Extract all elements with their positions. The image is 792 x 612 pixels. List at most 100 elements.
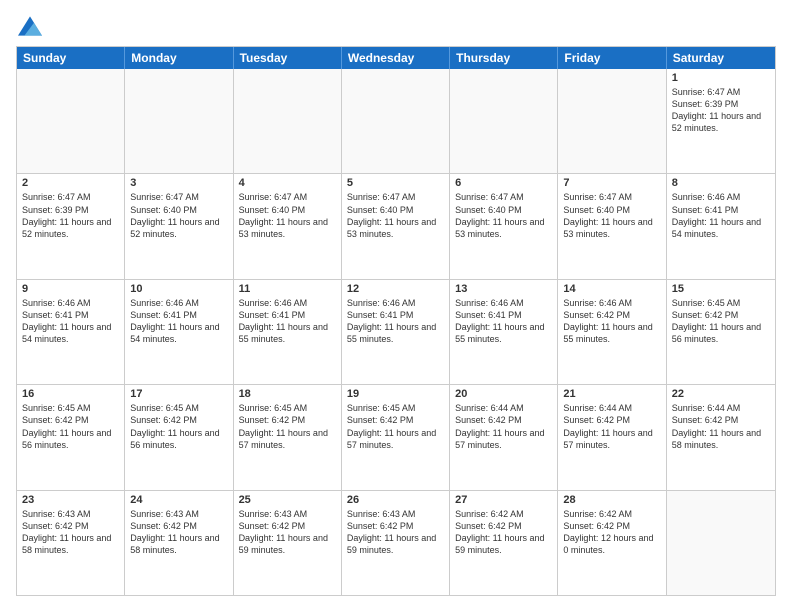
calendar-cell: 18 Sunrise: 6:45 AM Sunset: 6:42 PM Dayli… bbox=[234, 385, 342, 489]
calendar-cell bbox=[234, 69, 342, 173]
day-number: 21 bbox=[563, 388, 660, 400]
day-number: 12 bbox=[347, 283, 444, 295]
day-number: 23 bbox=[22, 494, 119, 506]
day-number: 16 bbox=[22, 388, 119, 400]
day-info: Sunrise: 6:47 AM Sunset: 6:40 PM Dayligh… bbox=[347, 191, 444, 240]
calendar-cell: 17 Sunrise: 6:45 AM Sunset: 6:42 PM Dayli… bbox=[125, 385, 233, 489]
weekday-header: Saturday bbox=[667, 47, 775, 69]
day-number: 3 bbox=[130, 177, 227, 189]
day-info: Sunrise: 6:44 AM Sunset: 6:42 PM Dayligh… bbox=[455, 402, 552, 451]
day-number: 17 bbox=[130, 388, 227, 400]
day-number: 26 bbox=[347, 494, 444, 506]
day-info: Sunrise: 6:45 AM Sunset: 6:42 PM Dayligh… bbox=[22, 402, 119, 451]
day-info: Sunrise: 6:46 AM Sunset: 6:42 PM Dayligh… bbox=[563, 297, 660, 346]
calendar-header: SundayMondayTuesdayWednesdayThursdayFrid… bbox=[17, 47, 775, 69]
day-info: Sunrise: 6:46 AM Sunset: 6:41 PM Dayligh… bbox=[130, 297, 227, 346]
day-info: Sunrise: 6:42 AM Sunset: 6:42 PM Dayligh… bbox=[455, 508, 552, 557]
day-info: Sunrise: 6:47 AM Sunset: 6:39 PM Dayligh… bbox=[22, 191, 119, 240]
calendar-row: 2 Sunrise: 6:47 AM Sunset: 6:39 PM Daylig… bbox=[17, 173, 775, 278]
day-number: 11 bbox=[239, 283, 336, 295]
day-info: Sunrise: 6:47 AM Sunset: 6:40 PM Dayligh… bbox=[239, 191, 336, 240]
day-info: Sunrise: 6:47 AM Sunset: 6:40 PM Dayligh… bbox=[130, 191, 227, 240]
header bbox=[16, 16, 776, 36]
calendar-cell: 23 Sunrise: 6:43 AM Sunset: 6:42 PM Dayli… bbox=[17, 491, 125, 595]
logo bbox=[16, 16, 42, 36]
calendar-cell: 10 Sunrise: 6:46 AM Sunset: 6:41 PM Dayli… bbox=[125, 280, 233, 384]
day-number: 2 bbox=[22, 177, 119, 189]
day-number: 18 bbox=[239, 388, 336, 400]
day-info: Sunrise: 6:45 AM Sunset: 6:42 PM Dayligh… bbox=[347, 402, 444, 451]
day-info: Sunrise: 6:43 AM Sunset: 6:42 PM Dayligh… bbox=[22, 508, 119, 557]
day-info: Sunrise: 6:47 AM Sunset: 6:40 PM Dayligh… bbox=[455, 191, 552, 240]
day-number: 5 bbox=[347, 177, 444, 189]
day-number: 15 bbox=[672, 283, 770, 295]
day-number: 4 bbox=[239, 177, 336, 189]
calendar-cell: 21 Sunrise: 6:44 AM Sunset: 6:42 PM Dayli… bbox=[558, 385, 666, 489]
calendar-cell: 14Sunrise: 6:46 AM Sunset: 6:42 PM Dayli… bbox=[558, 280, 666, 384]
day-info: Sunrise: 6:46 AM Sunset: 6:41 PM Dayligh… bbox=[347, 297, 444, 346]
calendar-cell: 1Sunrise: 6:47 AM Sunset: 6:39 PM Daylig… bbox=[667, 69, 775, 173]
calendar-cell: 5 Sunrise: 6:47 AM Sunset: 6:40 PM Daylig… bbox=[342, 174, 450, 278]
calendar-cell: 28 Sunrise: 6:42 AM Sunset: 6:42 PM Dayli… bbox=[558, 491, 666, 595]
calendar-cell: 3 Sunrise: 6:47 AM Sunset: 6:40 PM Daylig… bbox=[125, 174, 233, 278]
calendar-cell bbox=[17, 69, 125, 173]
calendar-row: 9 Sunrise: 6:46 AM Sunset: 6:41 PM Daylig… bbox=[17, 279, 775, 384]
calendar-cell: 16 Sunrise: 6:45 AM Sunset: 6:42 PM Dayli… bbox=[17, 385, 125, 489]
calendar-row: 1Sunrise: 6:47 AM Sunset: 6:39 PM Daylig… bbox=[17, 69, 775, 173]
calendar-cell: 27Sunrise: 6:42 AM Sunset: 6:42 PM Dayli… bbox=[450, 491, 558, 595]
day-number: 10 bbox=[130, 283, 227, 295]
day-info: Sunrise: 6:44 AM Sunset: 6:42 PM Dayligh… bbox=[672, 402, 770, 451]
calendar-cell bbox=[342, 69, 450, 173]
calendar-cell bbox=[125, 69, 233, 173]
calendar-row: 16 Sunrise: 6:45 AM Sunset: 6:42 PM Dayli… bbox=[17, 384, 775, 489]
calendar-cell: 6 Sunrise: 6:47 AM Sunset: 6:40 PM Daylig… bbox=[450, 174, 558, 278]
calendar-cell bbox=[558, 69, 666, 173]
weekday-header: Friday bbox=[558, 47, 666, 69]
day-number: 8 bbox=[672, 177, 770, 189]
day-info: Sunrise: 6:45 AM Sunset: 6:42 PM Dayligh… bbox=[130, 402, 227, 451]
day-info: Sunrise: 6:43 AM Sunset: 6:42 PM Dayligh… bbox=[130, 508, 227, 557]
day-info: Sunrise: 6:46 AM Sunset: 6:41 PM Dayligh… bbox=[672, 191, 770, 240]
day-number: 25 bbox=[239, 494, 336, 506]
day-info: Sunrise: 6:45 AM Sunset: 6:42 PM Dayligh… bbox=[672, 297, 770, 346]
day-number: 6 bbox=[455, 177, 552, 189]
logo-icon bbox=[18, 16, 42, 36]
day-info: Sunrise: 6:46 AM Sunset: 6:41 PM Dayligh… bbox=[455, 297, 552, 346]
day-info: Sunrise: 6:43 AM Sunset: 6:42 PM Dayligh… bbox=[347, 508, 444, 557]
day-info: Sunrise: 6:46 AM Sunset: 6:41 PM Dayligh… bbox=[22, 297, 119, 346]
calendar-cell: 15 Sunrise: 6:45 AM Sunset: 6:42 PM Dayli… bbox=[667, 280, 775, 384]
day-info: Sunrise: 6:44 AM Sunset: 6:42 PM Dayligh… bbox=[563, 402, 660, 451]
calendar: SundayMondayTuesdayWednesdayThursdayFrid… bbox=[16, 46, 776, 596]
calendar-cell: 22 Sunrise: 6:44 AM Sunset: 6:42 PM Dayli… bbox=[667, 385, 775, 489]
day-number: 19 bbox=[347, 388, 444, 400]
weekday-header: Tuesday bbox=[234, 47, 342, 69]
day-info: Sunrise: 6:42 AM Sunset: 6:42 PM Dayligh… bbox=[563, 508, 660, 557]
calendar-cell: 19 Sunrise: 6:45 AM Sunset: 6:42 PM Dayli… bbox=[342, 385, 450, 489]
calendar-cell: 20Sunrise: 6:44 AM Sunset: 6:42 PM Dayli… bbox=[450, 385, 558, 489]
weekday-header: Sunday bbox=[17, 47, 125, 69]
day-number: 13 bbox=[455, 283, 552, 295]
calendar-cell: 2 Sunrise: 6:47 AM Sunset: 6:39 PM Daylig… bbox=[17, 174, 125, 278]
weekday-header: Thursday bbox=[450, 47, 558, 69]
day-info: Sunrise: 6:46 AM Sunset: 6:41 PM Dayligh… bbox=[239, 297, 336, 346]
weekday-header: Monday bbox=[125, 47, 233, 69]
calendar-cell: 24Sunrise: 6:43 AM Sunset: 6:42 PM Dayli… bbox=[125, 491, 233, 595]
calendar-cell bbox=[667, 491, 775, 595]
calendar-row: 23 Sunrise: 6:43 AM Sunset: 6:42 PM Dayli… bbox=[17, 490, 775, 595]
calendar-cell: 25 Sunrise: 6:43 AM Sunset: 6:42 PM Dayli… bbox=[234, 491, 342, 595]
day-number: 9 bbox=[22, 283, 119, 295]
calendar-cell: 12 Sunrise: 6:46 AM Sunset: 6:41 PM Dayli… bbox=[342, 280, 450, 384]
day-number: 22 bbox=[672, 388, 770, 400]
day-number: 28 bbox=[563, 494, 660, 506]
day-info: Sunrise: 6:45 AM Sunset: 6:42 PM Dayligh… bbox=[239, 402, 336, 451]
page: SundayMondayTuesdayWednesdayThursdayFrid… bbox=[0, 0, 792, 612]
day-info: Sunrise: 6:43 AM Sunset: 6:42 PM Dayligh… bbox=[239, 508, 336, 557]
weekday-header: Wednesday bbox=[342, 47, 450, 69]
day-info: Sunrise: 6:47 AM Sunset: 6:39 PM Dayligh… bbox=[672, 86, 770, 135]
calendar-body: 1Sunrise: 6:47 AM Sunset: 6:39 PM Daylig… bbox=[17, 69, 775, 595]
calendar-cell: 26 Sunrise: 6:43 AM Sunset: 6:42 PM Dayli… bbox=[342, 491, 450, 595]
day-number: 7 bbox=[563, 177, 660, 189]
calendar-cell: 8 Sunrise: 6:46 AM Sunset: 6:41 PM Daylig… bbox=[667, 174, 775, 278]
day-info: Sunrise: 6:47 AM Sunset: 6:40 PM Dayligh… bbox=[563, 191, 660, 240]
calendar-cell: 11 Sunrise: 6:46 AM Sunset: 6:41 PM Dayli… bbox=[234, 280, 342, 384]
